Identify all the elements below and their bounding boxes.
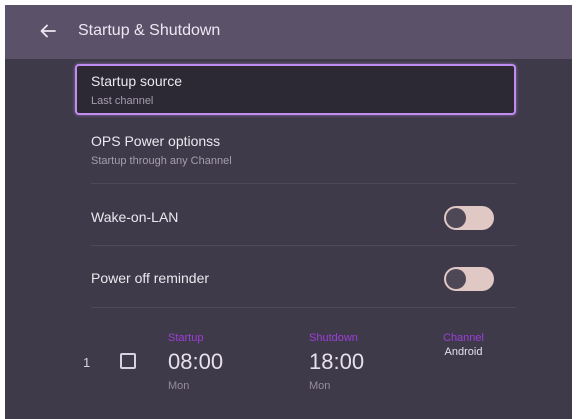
- toggle-knob: [446, 269, 466, 289]
- schedule-shutdown[interactable]: Shutdown 18:00 Mon: [309, 331, 364, 393]
- schedule-checkbox[interactable]: [120, 353, 136, 369]
- shutdown-day: Mon: [309, 380, 331, 392]
- schedule-index: 1: [83, 355, 91, 370]
- divider: [91, 183, 516, 184]
- channel-label: Channel: [443, 332, 484, 344]
- header-bar: Startup & Shutdown: [5, 5, 572, 59]
- wake-on-lan-title: Wake-on-LAN: [91, 209, 179, 225]
- arrow-left-icon[interactable]: [39, 22, 57, 40]
- page-title: Startup & Shutdown: [78, 22, 221, 39]
- startup-source-title: Startup source: [91, 73, 183, 89]
- startup-source-item[interactable]: Startup source Last channel: [75, 64, 516, 115]
- channel-value: Android: [444, 346, 483, 358]
- startup-label: Startup: [168, 332, 204, 344]
- wake-on-lan-item[interactable]: Wake-on-LAN: [75, 192, 516, 244]
- toggle-knob: [446, 208, 466, 228]
- schedule-row[interactable]: 1 Startup 08:00 Mon Shutdown 18:00 Mon C…: [75, 325, 516, 405]
- startup-source-value: Last channel: [91, 95, 154, 107]
- schedule-channel[interactable]: Channel Android: [443, 331, 484, 359]
- power-off-reminder-title: Power off reminder: [91, 270, 210, 286]
- ops-power-options-item[interactable]: OPS Power optionss Startup through any C…: [75, 125, 516, 183]
- wake-on-lan-toggle[interactable]: [444, 206, 494, 230]
- divider: [91, 307, 516, 308]
- ops-power-title: OPS Power optionss: [91, 133, 221, 149]
- startup-time: 08:00: [168, 349, 224, 374]
- settings-screen: Startup & Shutdown Startup source Last c…: [5, 5, 572, 419]
- divider: [91, 245, 516, 246]
- shutdown-time: 18:00: [309, 349, 365, 374]
- ops-power-value: Startup through any Channel: [91, 155, 232, 167]
- startup-day: Mon: [168, 380, 190, 392]
- power-off-reminder-item[interactable]: Power off reminder: [75, 253, 516, 305]
- power-off-reminder-toggle[interactable]: [444, 267, 494, 291]
- shutdown-label: Shutdown: [309, 332, 358, 344]
- schedule-startup[interactable]: Startup 08:00 Mon: [168, 331, 223, 393]
